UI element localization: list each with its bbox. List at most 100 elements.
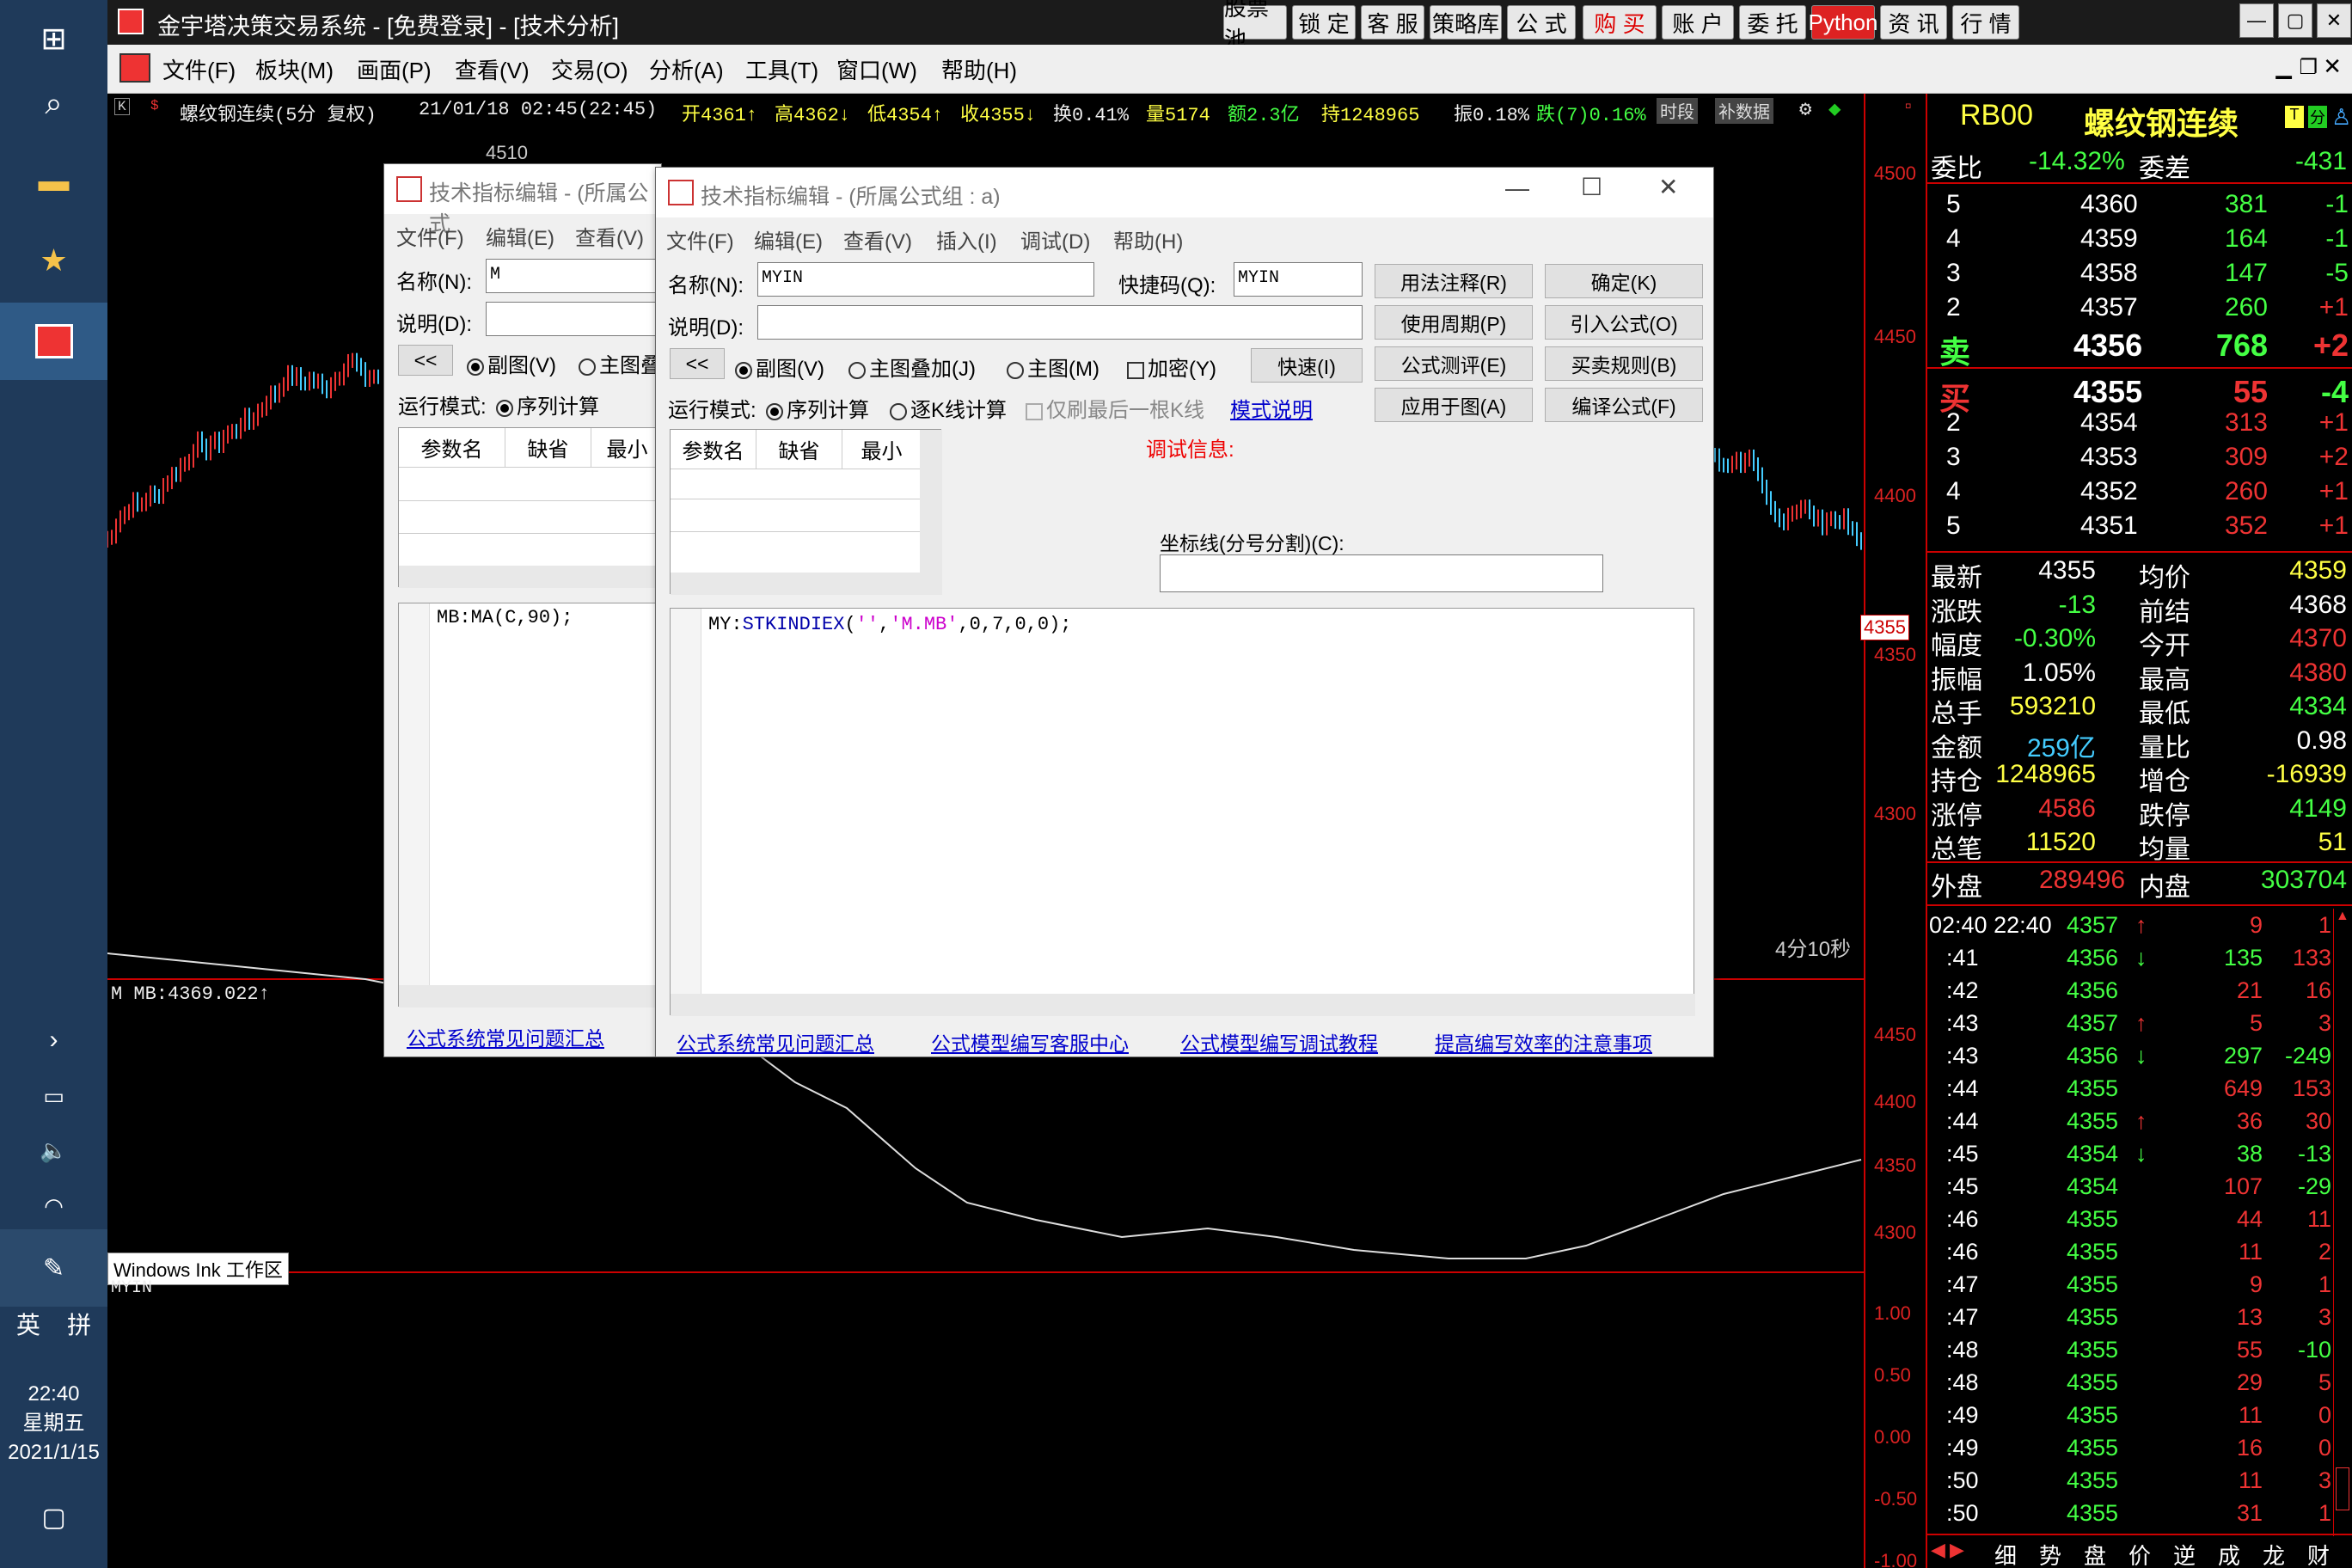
quote-tab-3[interactable]: 价	[2128, 1539, 2151, 1568]
dialog2-menu-item-0[interactable]: 文件(F)	[666, 224, 734, 254]
toolbar-button-10[interactable]: 行 情	[1952, 5, 2019, 40]
dialog2-radio-sub[interactable]: 副图(V)	[735, 352, 824, 382]
dialog1-menu-item-0[interactable]: 文件(F)	[396, 221, 464, 251]
file-explorer-icon[interactable]: ▬	[0, 142, 107, 219]
dialog2-back-button[interactable]: <<	[670, 348, 725, 379]
quote-tab-5[interactable]: 成	[2218, 1539, 2240, 1568]
dialog2-help-link-1[interactable]: 公式模型编写客服中心	[931, 1027, 1129, 1057]
mdi-close-icon[interactable]: ✕	[2323, 53, 2342, 80]
dialog2-help-link-3[interactable]: 提高编写效率的注意事项	[1435, 1027, 1652, 1057]
dialog2-minimize-icon[interactable]: —	[1505, 175, 1529, 202]
dialog1-desc-input[interactable]	[486, 302, 666, 336]
dialog2-radio-main[interactable]: 主图(M)	[1007, 352, 1099, 382]
close-icon[interactable]: ✕	[2317, 3, 2351, 38]
menu-item-2[interactable]: 画面(P)	[357, 53, 432, 85]
menu-item-6[interactable]: 工具(T)	[745, 53, 818, 85]
period-button[interactable]: 使用周期(P)	[1375, 305, 1533, 340]
toolbar-button-4[interactable]: 公 式	[1507, 5, 1576, 40]
toolbar-button-2[interactable]: 客 服	[1361, 5, 1424, 40]
tab-next-icon[interactable]: ▶	[1950, 1539, 1964, 1561]
clock[interactable]: 22:40 星期五 2021/1/15	[0, 1380, 107, 1467]
t-badge-icon[interactable]: T	[2285, 106, 2304, 128]
quote-tab-2[interactable]: 盘	[2084, 1539, 2106, 1568]
toolbar-button-9[interactable]: 资 讯	[1880, 5, 1947, 40]
person-icon[interactable]: ♙	[2331, 104, 2351, 131]
dialog2-editor-hscroll[interactable]	[671, 994, 1695, 1016]
toolbar-button-5[interactable]: 购 买	[1583, 5, 1657, 40]
mdi-minimize-icon[interactable]: ▁	[2276, 55, 2292, 80]
dialog2-menu-item-4[interactable]: 调试(D)	[1020, 224, 1090, 254]
menu-item-3[interactable]: 查看(V)	[455, 53, 530, 85]
dialog2-grid-vscroll[interactable]	[920, 430, 942, 573]
k-mode-icon[interactable]: K	[114, 98, 130, 115]
split-badge-icon[interactable]: 分	[2308, 106, 2327, 128]
quote-tab-0[interactable]: 细	[1994, 1539, 2017, 1568]
dialog1-code-editor[interactable]: MB:MA(C,90);	[398, 603, 664, 1008]
quote-tab-7[interactable]: 财	[2307, 1539, 2330, 1568]
search-icon[interactable]: ⌕	[0, 64, 107, 142]
ime-mode[interactable]: 拼	[67, 1312, 91, 1338]
dialog1-menu-item-2[interactable]: 查看(V)	[575, 221, 644, 251]
dialog1-mode-seq[interactable]: 序列计算	[496, 389, 599, 420]
maximize-icon[interactable]: ▢	[2278, 3, 2312, 38]
minimize-icon[interactable]: —	[2239, 3, 2274, 38]
notification-icon[interactable]: ▢	[0, 1479, 107, 1556]
dialog1-editor-hscroll[interactable]	[399, 985, 664, 1008]
menu-item-1[interactable]: 板块(M)	[255, 53, 334, 85]
menu-item-8[interactable]: 帮助(H)	[941, 53, 1017, 85]
star-app-icon[interactable]: ★	[0, 222, 107, 299]
period-button[interactable]: 时段	[1657, 98, 1698, 124]
toolbar-button-1[interactable]: 锁 定	[1292, 5, 1356, 40]
dialog2-desc-input[interactable]	[757, 305, 1363, 340]
dialog2-menu-item-1[interactable]: 编辑(E)	[754, 224, 823, 254]
menu-item-0[interactable]: 文件(F)	[162, 53, 236, 85]
dialog2-menu-item-5[interactable]: 帮助(H)	[1113, 224, 1183, 254]
dialog2-hotkey-input[interactable]: MYIN	[1234, 262, 1363, 297]
dialog1-faq-link[interactable]: 公式系统常见问题汇总	[407, 1022, 604, 1051]
dialog1-name-input[interactable]: M	[486, 259, 666, 293]
dialog1-radio-main-overlay[interactable]: 主图叠	[579, 348, 661, 378]
dialog2-code-line[interactable]: MY:STKINDIEX('','M.MB',0,7,0,0);	[708, 614, 1072, 635]
tab-prev-icon[interactable]: ◀	[1931, 1539, 1945, 1561]
windows-ink-icon[interactable]: ✎	[0, 1229, 107, 1307]
toolbar-button-0[interactable]: 股票池	[1223, 0, 1287, 52]
dialog1-param-grid[interactable]: 参数名 缺省 最小	[398, 427, 664, 588]
compile-button[interactable]: 编译公式(F)	[1545, 388, 1703, 422]
apply-to-chart-button[interactable]: 应用于图(A)	[1375, 388, 1533, 422]
dialog2-menu-item-3[interactable]: 插入(I)	[936, 224, 997, 254]
scroll-up-icon[interactable]: ▲	[2336, 909, 2349, 924]
toolbar-button-6[interactable]: 账 户	[1662, 5, 1734, 40]
dialog2-name-input[interactable]: MYIN	[757, 262, 1094, 297]
dialog2-help-link-2[interactable]: 公式模型编写调试教程	[1180, 1027, 1378, 1057]
dialog1-grid-hscroll[interactable]	[399, 566, 664, 588]
dialog1-code-text[interactable]: MB:MA(C,90);	[437, 607, 573, 628]
dialog2-axis-input[interactable]	[1160, 554, 1603, 592]
dialog2-help-link-0[interactable]: 公式系统常见问题汇总	[677, 1027, 874, 1057]
dialog2-code-editor[interactable]: MY:STKINDIEX('','M.MB',0,7,0,0);	[670, 608, 1695, 1016]
quote-tab-1[interactable]: 势	[2039, 1539, 2061, 1568]
dialog1-back-button[interactable]: <<	[398, 345, 453, 376]
trading-app-icon[interactable]	[0, 303, 107, 380]
dialog2-mode-help-link[interactable]: 模式说明	[1230, 393, 1313, 423]
dialog2-close-icon[interactable]: ✕	[1658, 173, 1678, 201]
menu-item-7[interactable]: 窗口(W)	[836, 53, 917, 85]
dialog1-menu-item-1[interactable]: 编辑(E)	[486, 221, 554, 251]
dialog2-mode-seq[interactable]: 序列计算	[766, 393, 869, 423]
mdi-restore-icon[interactable]: ❐	[2299, 55, 2318, 80]
menu-item-4[interactable]: 交易(O)	[551, 53, 628, 85]
dialog1-radio-sub[interactable]: 副图(V)	[467, 348, 556, 378]
fill-data-button[interactable]: 补数据	[1715, 98, 1773, 124]
dialog2-grid-hscroll[interactable]	[671, 573, 942, 595]
dialog2-mode-bar[interactable]: 逐K线计算	[890, 393, 1007, 423]
dialog2-param-grid[interactable]: 参数名 缺省 最小	[670, 429, 942, 595]
dialog2-radio-main-overlay[interactable]: 主图叠加(J)	[848, 352, 976, 382]
quote-tab-4[interactable]: 逆	[2173, 1539, 2196, 1568]
ok-button[interactable]: 确定(K)	[1545, 264, 1703, 298]
dialog2-menu-item-2[interactable]: 查看(V)	[843, 224, 912, 254]
dialog2-maximize-icon[interactable]: ☐	[1581, 173, 1602, 201]
toolbar-button-7[interactable]: 委 托	[1739, 5, 1806, 40]
toolbar-button-8[interactable]: Python	[1809, 5, 1877, 40]
tick-scrollbar[interactable]: ▲	[2333, 909, 2352, 1536]
scroll-thumb[interactable]	[2336, 1467, 2349, 1510]
toolbar-button-3[interactable]: 策略库	[1430, 5, 1502, 40]
